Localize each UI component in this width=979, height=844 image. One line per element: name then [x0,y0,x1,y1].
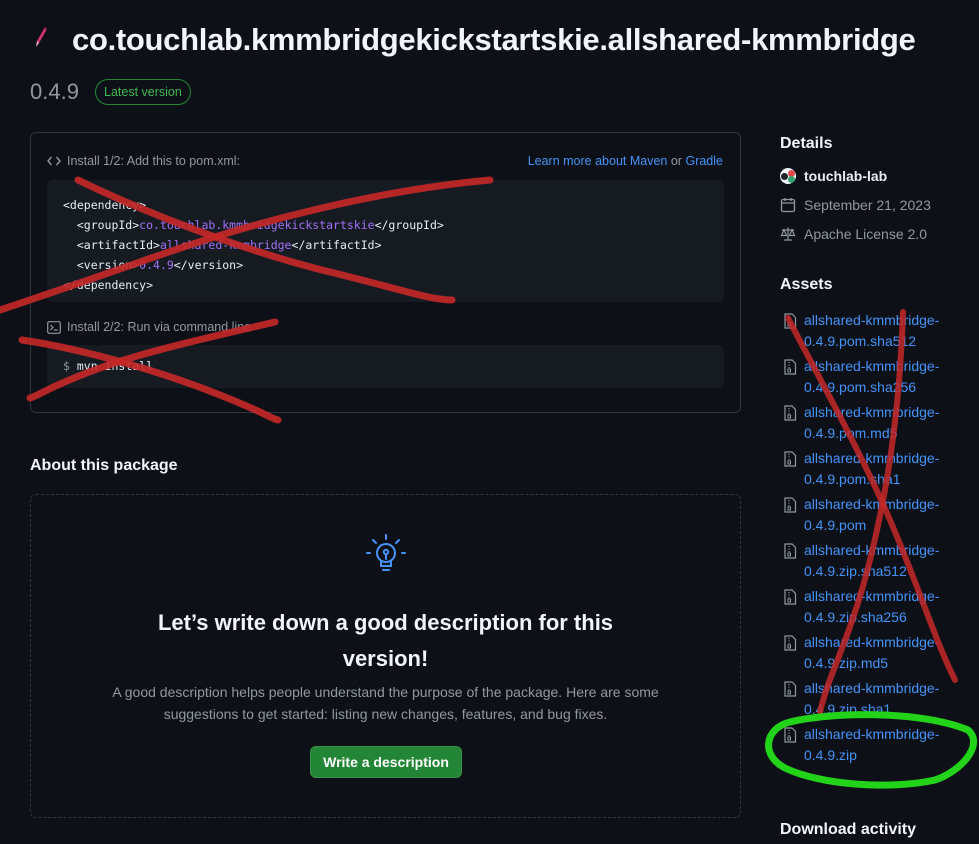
asset-name-line-2: 0.4.9.zip.sha512 [804,563,907,579]
asset-name-line-1: allshared-kmmbridge- [804,726,940,742]
asset-item[interactable]: allshared-kmmbridge- 0.4.9.zip.sha512 [783,540,973,586]
code-line: </dependency> [63,278,154,292]
calendar-icon [780,198,796,213]
asset-name-line-2: 0.4.9.pom.md5 [804,425,898,441]
code-line: <groupId>co.touchlab.kmmbridgekickstarts… [63,218,444,232]
asset-item[interactable]: allshared-kmmbridge- 0.4.9.pom.sha256 [783,356,973,402]
file-zip-icon [784,635,797,651]
assets-list: allshared-kmmbridge- 0.4.9.pom.sha512 alls… [783,310,973,770]
latest-version-badge: Latest version [95,79,191,105]
asset-item[interactable]: allshared-kmmbridge- 0.4.9.zip.sha256 [783,586,973,632]
file-zip-icon [784,359,797,375]
maven-link[interactable]: Learn more about Maven [528,154,668,168]
asset-name-line-1: allshared-kmmbridge- [804,496,940,512]
write-description-button[interactable]: Write a description [310,746,462,778]
asset-item[interactable]: allshared-kmmbridge- 0.4.9.zip.sha1 [783,678,973,724]
asset-name-line-2: 0.4.9.zip.md5 [804,655,889,671]
file-zip-icon [784,727,797,743]
install-step-2-label: Install 2/2: Run via command line [67,320,252,334]
asset-name-line-2: 0.4.9.zip.sha256 [804,609,907,625]
file-zip-icon [784,681,797,697]
asset-name-line-2: 0.4.9.pom [804,517,867,533]
learn-or-text: or [670,154,682,168]
asset-link[interactable]: allshared-kmmbridge- 0.4.9.zip.sha512 [804,540,939,586]
owner-name[interactable]: touchlab-lab [804,168,887,184]
asset-link[interactable]: allshared-kmmbridge- 0.4.9.zip.md5 [804,632,939,678]
asset-link[interactable]: allshared-kmmbridge- 0.4.9.zip.sha1 [804,678,939,724]
file-zip-icon [784,497,797,513]
date-row: September 21, 2023 [780,197,931,213]
about-title: Let’s write down a good description for … [31,605,740,677]
command-text: mvn install [76,359,154,373]
asset-link[interactable]: allshared-kmmbridge- 0.4.9.pom.sha512 [804,310,939,356]
owner-row[interactable]: touchlab-lab [780,168,887,184]
command-prompt: $ [63,359,70,373]
file-zip-icon [784,451,797,467]
asset-name-line-1: allshared-kmmbridge- [804,680,940,696]
asset-name-line-2: 0.4.9.zip.sha1 [804,701,892,717]
about-description: A good description helps people understa… [112,684,659,722]
asset-name-line-1: allshared-kmmbridge- [804,312,940,328]
install-step-1: Install 1/2: Add this to pom.xml: [47,154,240,168]
asset-link[interactable]: allshared-kmmbridge- 0.4.9.pom.md5 [804,402,939,448]
license-row: Apache License 2.0 [780,226,927,242]
asset-name-line-1: allshared-kmmbridge- [804,542,940,558]
asset-item[interactable]: allshared-kmmbridge- 0.4.9.pom.sha512 [783,310,973,356]
install-step-1-label: Install 1/2: Add this to pom.xml: [67,154,240,168]
file-zip-icon [784,313,797,329]
asset-name-line-1: allshared-kmmbridge- [804,588,940,604]
asset-name-line-1: allshared-kmmbridge- [804,358,940,374]
asset-item[interactable]: allshared-kmmbridge- 0.4.9.pom.md5 [783,402,973,448]
asset-name-line-2: 0.4.9.pom.sha256 [804,379,917,395]
asset-name-line-2: 0.4.9.pom.sha1 [804,471,901,487]
publish-date: September 21, 2023 [804,197,931,213]
asset-name-line-2: 0.4.9.pom.sha512 [804,333,917,349]
asset-link[interactable]: allshared-kmmbridge- 0.4.9.zip [804,724,939,770]
asset-link[interactable]: allshared-kmmbridge- 0.4.9.pom.sha1 [804,448,939,494]
code-line: <version>0.4.9</version> [63,258,244,272]
owner-avatar [780,168,796,184]
command-code-block[interactable]: $ mvn install [47,345,724,388]
asset-link[interactable]: allshared-kmmbridge- 0.4.9.pom [804,494,939,540]
asset-item[interactable]: allshared-kmmbridge- 0.4.9.zip.md5 [783,632,973,678]
asset-name-line-1: allshared-kmmbridge- [804,450,940,466]
download-activity-heading: Download activity [780,821,917,838]
about-blankslate: Let’s write down a good description for … [30,494,741,818]
asset-item[interactable]: allshared-kmmbridge- 0.4.9.pom [783,494,973,540]
learn-more: Learn more about Maven or Gradle [528,154,723,168]
asset-name-line-2: 0.4.9.zip [804,747,857,763]
license-text: Apache License 2.0 [804,226,927,242]
about-title-line-1: Let’s write down a good description for … [157,610,614,635]
file-zip-icon [784,589,797,605]
about-title-line-2: version! [342,646,429,671]
asset-item[interactable]: allshared-kmmbridge- 0.4.9.zip [783,724,973,770]
assets-heading: Assets [780,276,833,293]
asset-name-line-1: allshared-kmmbridge- [804,404,940,420]
code-line: <artifactId>allshared-kmmbridge</artifac… [63,238,382,252]
details-heading: Details [780,135,833,152]
gradle-link[interactable]: Gradle [685,154,723,168]
install-step-2: Install 2/2: Run via command line [47,320,251,334]
asset-name-line-1: allshared-kmmbridge- [804,634,940,650]
lightbulb-icon [366,534,406,571]
install-panel: Install 1/2: Add this to pom.xml: Learn … [30,132,741,413]
terminal-icon [47,320,61,334]
asset-item[interactable]: allshared-kmmbridge- 0.4.9.pom.sha1 [783,448,973,494]
asset-link[interactable]: allshared-kmmbridge- 0.4.9.pom.sha256 [804,356,939,402]
version-number: 0.4.9 [30,79,79,104]
package-icon [36,27,47,47]
asset-link[interactable]: allshared-kmmbridge- 0.4.9.zip.sha256 [804,586,939,632]
file-zip-icon [784,543,797,559]
law-icon [780,227,796,241]
pom-code-block[interactable]: <dependency> <groupId>co.touchlab.kmmbri… [47,180,724,302]
code-icon [47,156,61,166]
package-title: co.touchlab.kmmbridgekickstartskie.allsh… [72,22,916,57]
about-heading: About this package [30,457,178,474]
file-zip-icon [784,405,797,421]
code-line: <dependency> [63,198,147,212]
